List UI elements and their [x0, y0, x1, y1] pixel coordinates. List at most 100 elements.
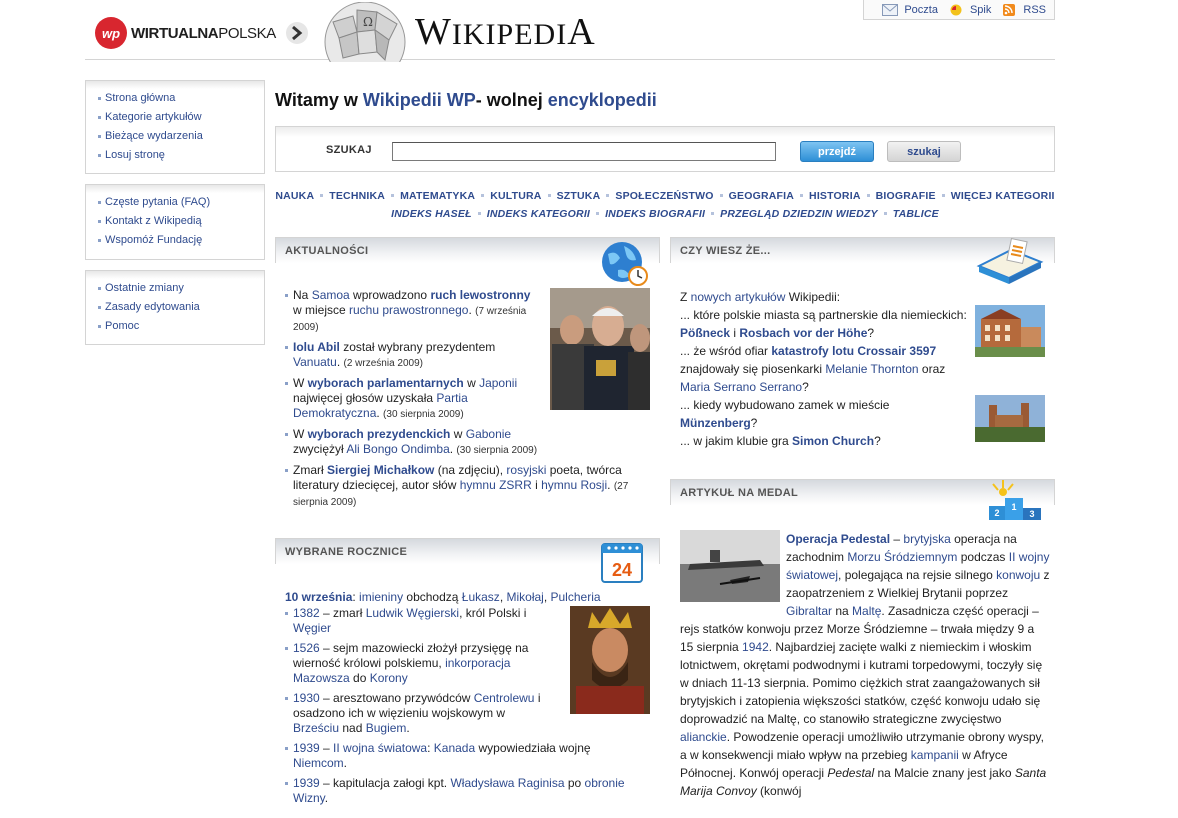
- dyk-photo-castle[interactable]: [975, 395, 1045, 442]
- menu-item-random[interactable]: Losuj stronę: [98, 146, 264, 165]
- featured-photo[interactable]: [680, 530, 780, 602]
- dyk-link[interactable]: Simon Church: [792, 434, 874, 448]
- dyk-photo-building[interactable]: [975, 305, 1045, 357]
- svg-text:3: 3: [1029, 509, 1034, 519]
- dyk-link[interactable]: Maria Serrano Serrano: [680, 380, 802, 394]
- welcome-heading: Witamy w Wikipedii WP- wolnej encykloped…: [275, 90, 657, 110]
- news-link[interactable]: Ali Bongo Ondimba: [346, 442, 449, 456]
- news-link[interactable]: Samoa: [312, 288, 350, 302]
- anniv-link[interactable]: Centrolewu: [474, 691, 535, 705]
- go-button[interactable]: przejdź: [800, 141, 874, 162]
- dyk-link[interactable]: Münzenberg: [680, 416, 751, 430]
- featured-link[interactable]: Maltę: [852, 604, 881, 618]
- cat-przeglad[interactable]: PRZEGLĄD DZIEDZIN WIEDZY: [720, 208, 878, 220]
- dyk-item: ... kiedy wybudowano zamek w mieście Mün…: [680, 398, 890, 430]
- featured-link[interactable]: konwoju: [996, 568, 1040, 582]
- news-link[interactable]: rosyjski: [506, 463, 546, 477]
- welcome-link-encyclopedia[interactable]: encyklopedii: [548, 90, 657, 110]
- menu-item-donate[interactable]: Wspomóż Fundację: [98, 231, 264, 250]
- anniversary-portrait[interactable]: [570, 606, 650, 714]
- year-link[interactable]: 1939: [293, 776, 320, 790]
- news-link[interactable]: ruchu prawostronnego: [349, 303, 468, 317]
- cat-biografie[interactable]: BIOGRAFIE: [876, 190, 936, 202]
- anniv-link[interactable]: Kanada: [434, 741, 475, 755]
- menu-item-categories[interactable]: Kategorie artykułów: [98, 108, 264, 127]
- cat-geografia[interactable]: GEOGRAFIA: [729, 190, 794, 202]
- cat-nauka[interactable]: NAUKA: [275, 190, 314, 202]
- news-link[interactable]: wyborach parlamentarnych: [308, 376, 464, 390]
- anniv-link[interactable]: Korony: [370, 671, 408, 685]
- date-link[interactable]: 10 września: [285, 590, 352, 604]
- news-list: Na Samoa wprowadzono ruch lewostronny w …: [275, 288, 628, 515]
- news-link[interactable]: Iolu Abil: [293, 340, 340, 354]
- site-header: wp WIRTUALNAPOLSKA Ω WIKIPEDIA Poczta Sp…: [85, 0, 1055, 62]
- name-link[interactable]: Mikołaj: [506, 590, 543, 604]
- dyk-item: ... które polskie miasta są partnerskie …: [680, 308, 967, 340]
- cat-indeks-biografii[interactable]: INDEKS BIOGRAFII: [605, 208, 705, 220]
- news-photo[interactable]: [550, 288, 650, 410]
- wp-logo-text: WIRTUALNAPOLSKA: [131, 24, 276, 42]
- anniv-link[interactable]: Bugiem: [366, 721, 407, 735]
- news-link[interactable]: Vanuatu: [293, 355, 337, 369]
- toplink-rss[interactable]: RSS: [1001, 3, 1046, 16]
- anniv-link[interactable]: Ludwik Węgierski: [366, 606, 459, 620]
- anniv-link[interactable]: Węgier: [293, 621, 331, 635]
- search-input[interactable]: [392, 142, 776, 161]
- menu-item-current-events[interactable]: Bieżące wydarzenia: [98, 127, 264, 146]
- cat-kultura[interactable]: KULTURA: [490, 190, 541, 202]
- menu-item-main-page[interactable]: Strona główna: [98, 89, 264, 108]
- featured-link[interactable]: Morzu Śródziemnym: [847, 550, 957, 564]
- dyk-link[interactable]: Pößneck: [680, 326, 730, 340]
- cat-wiecej[interactable]: WIĘCEJ KATEGORII: [951, 190, 1055, 202]
- search-button[interactable]: szukaj: [887, 141, 961, 162]
- featured-title-link[interactable]: Operacja Pedestal: [786, 532, 890, 546]
- featured-link[interactable]: brytyjska: [903, 532, 950, 546]
- imieniny-link[interactable]: imieniny: [359, 590, 403, 604]
- welcome-link-wikipedia[interactable]: Wikipedii WP: [363, 90, 476, 110]
- list-item: 1382 – zmarł Ludwik Węgierski, król Pols…: [275, 606, 545, 636]
- menu-item-editing-rules[interactable]: Zasady edytowania: [98, 298, 264, 317]
- cat-indeks-hasel[interactable]: INDEKS HASEŁ: [391, 208, 472, 220]
- anniv-link[interactable]: Brześciu: [293, 721, 339, 735]
- year-link[interactable]: 1526: [293, 641, 320, 655]
- wirtualnapolska-logo[interactable]: wp WIRTUALNAPOLSKA: [95, 17, 276, 49]
- cat-sztuka[interactable]: SZTUKA: [557, 190, 601, 202]
- news-link[interactable]: wyborach prezydenckich: [308, 427, 451, 441]
- featured-link[interactable]: kampanii: [911, 748, 959, 762]
- featured-link[interactable]: Gibraltar: [786, 604, 832, 618]
- featured-link[interactable]: 1942: [742, 640, 769, 654]
- year-link[interactable]: 1930: [293, 691, 320, 705]
- dyk-link[interactable]: katastrofy lotu Crossair 3597: [771, 344, 936, 358]
- dyk-link[interactable]: Rosbach vor der Höhe: [739, 326, 867, 340]
- menu-item-contact[interactable]: Kontakt z Wikipedią: [98, 212, 264, 231]
- year-link[interactable]: 1939: [293, 741, 320, 755]
- name-link[interactable]: Łukasz: [462, 590, 500, 604]
- anniv-link[interactable]: Niemcom: [293, 756, 344, 770]
- cat-tablice[interactable]: TABLICE: [893, 208, 939, 220]
- cat-matematyka[interactable]: MATEMATYKA: [400, 190, 475, 202]
- cat-technika[interactable]: TECHNIKA: [329, 190, 385, 202]
- list-item: 1939 – kapitulacja załogi kpt. Władysław…: [275, 776, 635, 806]
- news-link[interactable]: hymnu Rosji: [541, 478, 607, 492]
- name-link[interactable]: Pulcheria: [551, 590, 601, 604]
- toplink-spik[interactable]: Spik: [948, 4, 991, 16]
- featured-link[interactable]: alianckie: [680, 730, 727, 744]
- toplink-poczta[interactable]: Poczta: [882, 3, 938, 16]
- cat-indeks-kategorii[interactable]: INDEKS KATEGORII: [487, 208, 590, 220]
- cat-historia[interactable]: HISTORIA: [809, 190, 861, 202]
- menu-item-faq[interactable]: Częste pytania (FAQ): [98, 193, 264, 212]
- anniv-link[interactable]: II wojna światowa: [333, 741, 427, 755]
- news-link[interactable]: Siergiej Michałkow: [327, 463, 434, 477]
- new-articles-link[interactable]: nowych artykułów: [691, 290, 786, 304]
- news-link[interactable]: Japonii: [479, 376, 517, 390]
- dyk-link[interactable]: Melanie Thornton: [825, 362, 918, 376]
- news-link[interactable]: hymnu ZSRR: [460, 478, 532, 492]
- cat-spoleczenstwo[interactable]: SPOŁECZEŃSTWO: [615, 190, 713, 202]
- year-link[interactable]: 1382: [293, 606, 320, 620]
- menu-item-help[interactable]: Pomoc: [98, 317, 264, 336]
- news-link[interactable]: ruch lewostronny: [430, 288, 530, 302]
- menu-item-recent-changes[interactable]: Ostatnie zmiany: [98, 279, 264, 298]
- anniv-link[interactable]: Władysława Raginisa: [450, 776, 564, 790]
- news-link[interactable]: Gabonie: [466, 427, 511, 441]
- svg-text:1: 1: [1011, 502, 1016, 512]
